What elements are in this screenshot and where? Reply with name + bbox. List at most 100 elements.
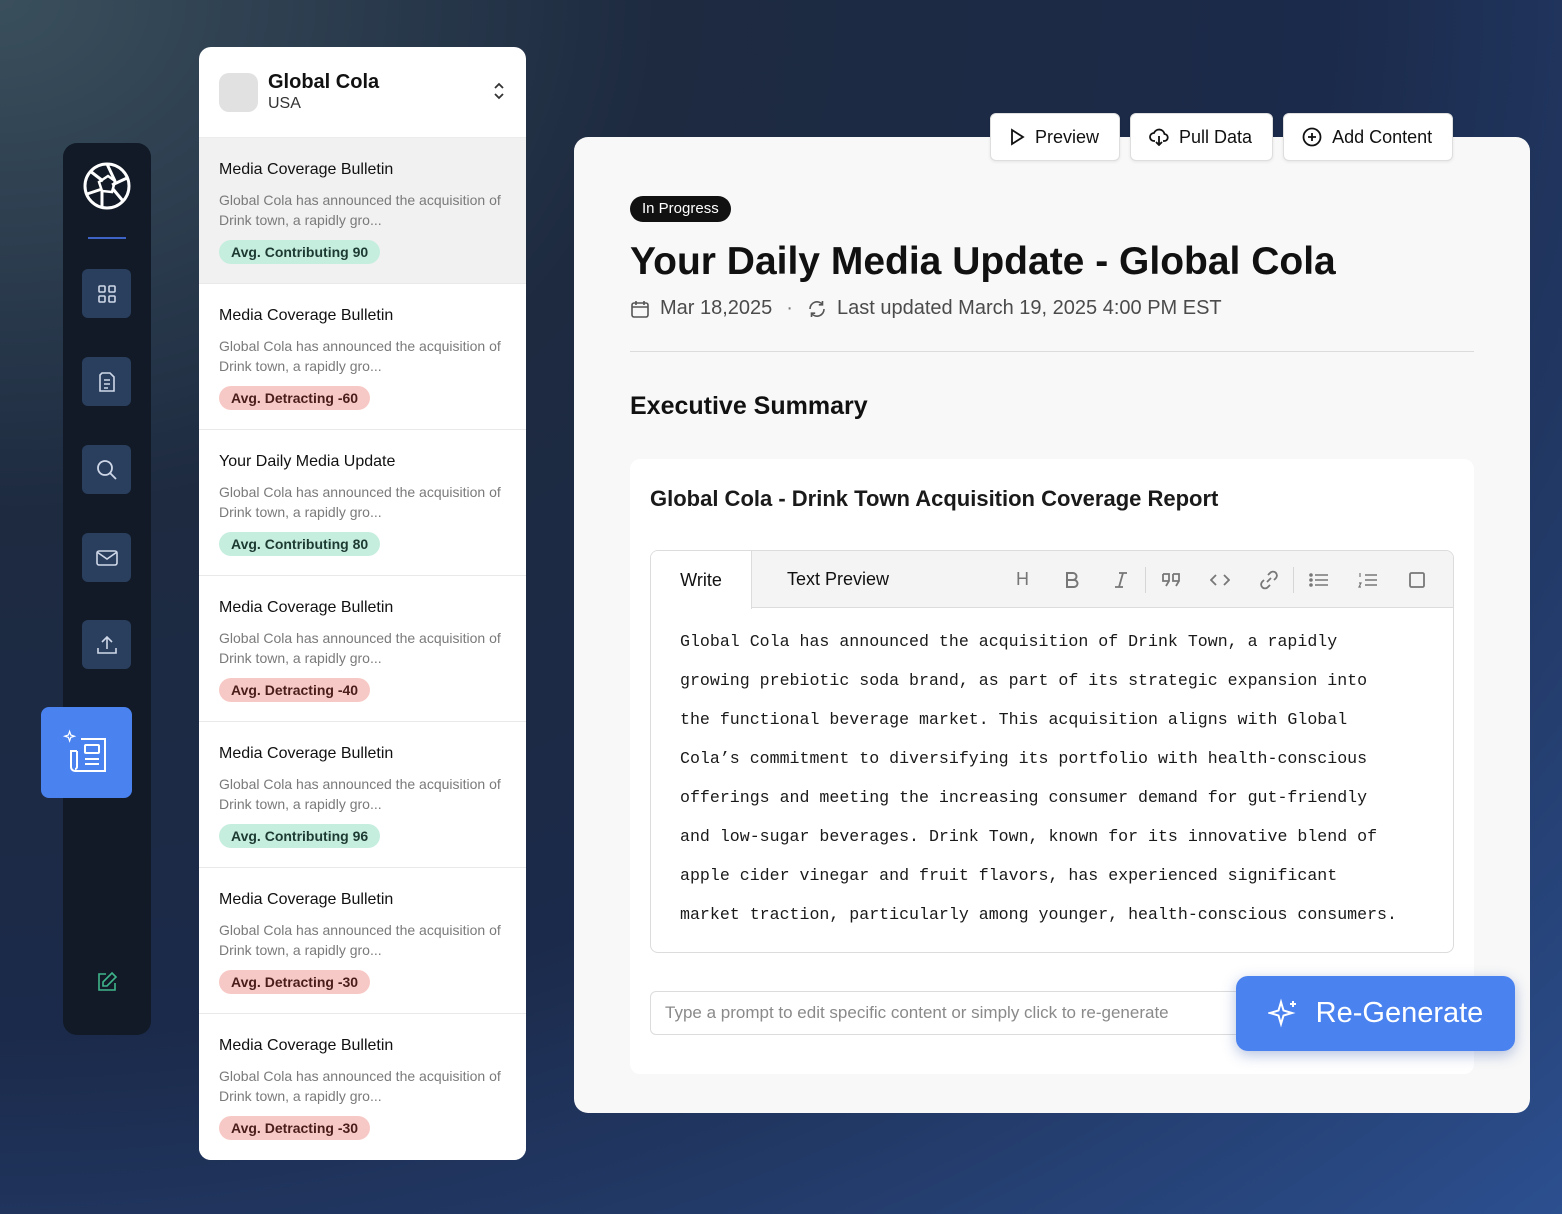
pull-data-label: Pull Data <box>1179 126 1253 147</box>
editor-line: apple cider vinegar and fruit flavors, h… <box>680 866 1338 885</box>
preview-label: Preview <box>1035 126 1100 147</box>
link-icon <box>1259 570 1278 589</box>
editor-line: the functional beverage market. This acq… <box>680 710 1348 729</box>
list-item-title: Media Coverage Bulletin <box>219 1037 394 1054</box>
editor-toolbar: Write Text Preview H <box>651 551 1453 609</box>
bold-icon <box>1065 571 1078 588</box>
list-item-description: Global Cola has announced the acquisitio… <box>219 338 501 374</box>
preview-button[interactable]: Preview <box>990 113 1121 161</box>
list-item-title: Media Coverage Bulletin <box>219 891 394 908</box>
brand-country: USA <box>268 95 301 112</box>
heading-icon: H <box>1016 569 1029 589</box>
bullet-list-button[interactable] <box>1294 560 1343 600</box>
add-content-label: Add Content <box>1332 126 1433 147</box>
list-item-title: Your Daily Media Update <box>219 453 396 470</box>
upload-icon <box>96 635 117 654</box>
list-item[interactable]: Media Coverage Bulletin Global Cola has … <box>199 284 526 430</box>
list-item[interactable]: Media Coverage Bulletin Global Cola has … <box>199 868 526 1014</box>
report-editor-panel: In Progress Your Daily Media Update - Gl… <box>574 137 1530 1113</box>
quote-button[interactable] <box>1146 560 1195 600</box>
heading-button[interactable]: H <box>998 560 1047 600</box>
rail-mail-button[interactable] <box>82 533 131 582</box>
editor-line: and low-sugar beverages. Drink Town, kno… <box>680 827 1378 846</box>
editor-text-area[interactable]: Global Cola has announced the acquisitio… <box>651 608 1453 934</box>
score-badge: Avg. Contributing 96 <box>219 824 381 848</box>
italic-icon <box>1114 571 1127 588</box>
brand-selector[interactable]: Global Cola USA <box>199 47 526 138</box>
prompt-input[interactable] <box>650 991 1250 1035</box>
document-icon <box>98 371 115 392</box>
score-badge: Avg. Detracting -60 <box>219 386 371 410</box>
list-item-description: Global Cola has announced the acquisitio… <box>219 484 501 520</box>
card-title: Global Cola - Drink Town Acquisition Cov… <box>650 486 1219 511</box>
last-updated: Last updated March 19, 2025 4:00 PM EST <box>836 297 1222 319</box>
rail-search-button[interactable] <box>82 445 131 494</box>
meta-separator: · <box>786 297 793 319</box>
report-list-panel: Global Cola USA Media Coverage Bulletin … <box>199 47 526 1160</box>
plus-circle-icon <box>1302 127 1322 147</box>
checkbox-button[interactable] <box>1392 560 1441 600</box>
list-item[interactable]: Media Coverage Bulletin Global Cola has … <box>199 576 526 722</box>
add-content-button[interactable]: Add Content <box>1283 113 1454 161</box>
list-item[interactable]: Media Coverage Bulletin Global Cola has … <box>199 722 526 868</box>
markdown-editor: Write Text Preview H Global Cola has ann… <box>650 550 1454 953</box>
list-item-description: Global Cola has announced the acquisitio… <box>219 192 501 228</box>
rail-edit-button[interactable] <box>96 971 118 993</box>
page-title: Your Daily Media Update - Global Cola <box>630 240 1336 283</box>
status-badge: In Progress <box>630 196 731 222</box>
score-badge: Avg. Contributing 90 <box>219 240 381 264</box>
score-badge: Avg. Detracting -30 <box>219 970 371 994</box>
brand-avatar <box>219 72 258 112</box>
tab-text-preview[interactable]: Text Preview <box>787 551 889 608</box>
italic-button[interactable] <box>1096 560 1145 600</box>
score-badge: Avg. Detracting -40 <box>219 678 371 702</box>
refresh-icon <box>809 300 825 317</box>
score-badge: Avg. Detracting -30 <box>219 1116 371 1140</box>
edit-icon <box>98 971 118 991</box>
code-button[interactable] <box>1195 560 1244 600</box>
report-date: Mar 18,2025 <box>660 297 773 319</box>
icon-sidebar <box>63 143 151 1035</box>
rail-documents-button[interactable] <box>82 357 131 406</box>
score-badge: Avg. Contributing 80 <box>219 532 381 556</box>
editor-line: growing prebiotic soda brand, as part of… <box>680 671 1368 690</box>
numbered-list-button[interactable] <box>1343 560 1392 600</box>
list-item-description: Global Cola has announced the acquisitio… <box>219 922 501 958</box>
quote-icon <box>1161 572 1180 586</box>
list-item-description: Global Cola has announced the acquisitio… <box>219 630 501 666</box>
tab-write[interactable]: Write <box>651 551 752 609</box>
rail-newsletter-button[interactable] <box>41 707 132 798</box>
link-button[interactable] <box>1244 560 1293 600</box>
list-item[interactable]: Media Coverage Bulletin Global Cola has … <box>199 1014 526 1160</box>
report-meta: Mar 18,2025 · Last updated March 19, 202… <box>630 297 1222 320</box>
aperture-logo-icon[interactable] <box>82 161 132 211</box>
chevron-up-down-icon[interactable] <box>492 81 506 101</box>
top-actions: Preview Pull Data Add Content <box>990 113 1454 161</box>
bold-button[interactable] <box>1047 560 1096 600</box>
list-item-title: Media Coverage Bulletin <box>219 161 394 178</box>
pull-data-button[interactable]: Pull Data <box>1130 113 1274 161</box>
list-item-title: Media Coverage Bulletin <box>219 307 394 324</box>
list-item[interactable]: Your Daily Media Update Global Cola has … <box>199 430 526 576</box>
editor-line: market traction, particularly among youn… <box>680 905 1397 924</box>
list-item-description: Global Cola has announced the acquisitio… <box>219 776 501 812</box>
list-item[interactable]: Media Coverage Bulletin Global Cola has … <box>199 138 526 284</box>
list-item-description: Global Cola has announced the acquisitio… <box>219 1068 501 1104</box>
rail-divider <box>88 237 126 239</box>
numbered-list-icon <box>1357 572 1377 588</box>
brand-name: Global Cola <box>268 71 380 93</box>
grid-icon <box>97 284 116 303</box>
section-title: Executive Summary <box>630 392 868 420</box>
rail-dashboard-button[interactable] <box>82 269 131 318</box>
title-divider <box>630 351 1474 352</box>
calendar-icon <box>631 300 649 318</box>
editor-line: Global Cola has announced the acquisitio… <box>680 632 1338 651</box>
rail-upload-button[interactable] <box>82 620 131 669</box>
brand-text: Global Cola USA <box>268 70 379 114</box>
checkbox-icon <box>1408 571 1425 588</box>
play-icon <box>1011 128 1025 146</box>
list-item-title: Media Coverage Bulletin <box>219 599 394 616</box>
regenerate-button[interactable]: Re-Generate <box>1236 976 1515 1051</box>
mail-icon <box>95 549 118 566</box>
regenerate-label: Re-Generate <box>1315 997 1484 1029</box>
